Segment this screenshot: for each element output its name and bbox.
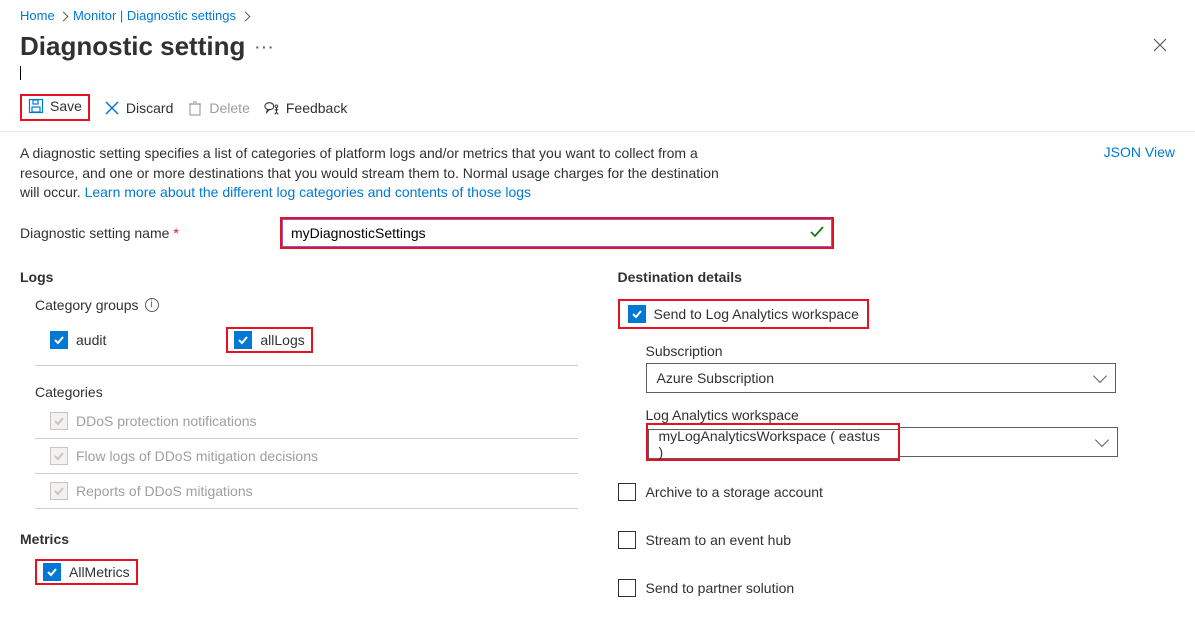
categories-label: Categories bbox=[35, 384, 578, 400]
more-menu-button[interactable]: ··· bbox=[255, 39, 275, 55]
metrics-heading: Metrics bbox=[20, 531, 578, 547]
destination-heading: Destination details bbox=[618, 269, 1176, 285]
info-icon[interactable]: i bbox=[145, 298, 159, 312]
workspace-select[interactable]: myLogAnalyticsWorkspace ( eastus ) bbox=[648, 429, 898, 459]
breadcrumb-home[interactable]: Home bbox=[20, 8, 55, 23]
toolbar: Save Discard Delete Feedback bbox=[0, 80, 1195, 132]
reports-label: Reports of DDoS mitigations bbox=[76, 483, 253, 499]
audit-checkbox[interactable] bbox=[50, 331, 68, 349]
eventhub-checkbox[interactable] bbox=[618, 531, 636, 549]
flow-logs-label: Flow logs of DDoS mitigation decisions bbox=[76, 448, 318, 464]
ddos-notifications-label: DDoS protection notifications bbox=[76, 413, 257, 429]
law-checkbox[interactable] bbox=[628, 305, 646, 323]
chevron-right-icon bbox=[240, 12, 250, 22]
feedback-label: Feedback bbox=[286, 100, 347, 116]
delete-icon bbox=[187, 100, 203, 116]
discard-button[interactable]: Discard bbox=[104, 100, 173, 116]
chevron-down-icon bbox=[1094, 433, 1108, 447]
subscription-value: Azure Subscription bbox=[657, 370, 775, 386]
save-button[interactable]: Save bbox=[28, 98, 82, 114]
delete-label: Delete bbox=[209, 100, 249, 116]
save-icon bbox=[28, 98, 44, 114]
reports-checkbox bbox=[50, 482, 68, 500]
workspace-label: Log Analytics workspace bbox=[646, 407, 1176, 423]
chevron-right-icon bbox=[59, 12, 69, 22]
storage-checkbox[interactable] bbox=[618, 483, 636, 501]
alllogs-label: allLogs bbox=[260, 332, 304, 348]
storage-label: Archive to a storage account bbox=[646, 484, 823, 500]
text-cursor bbox=[20, 66, 1195, 80]
workspace-value: myLogAnalyticsWorkspace ( eastus ) bbox=[659, 428, 888, 460]
ddos-notifications-checkbox bbox=[50, 412, 68, 430]
description-text: A diagnostic setting specifies a list of… bbox=[20, 144, 720, 203]
logs-heading: Logs bbox=[20, 269, 578, 285]
alllogs-checkbox[interactable] bbox=[234, 331, 252, 349]
setting-name-input[interactable] bbox=[282, 219, 832, 247]
page-title: Diagnostic setting bbox=[20, 31, 245, 62]
delete-button: Delete bbox=[187, 100, 249, 116]
subscription-label: Subscription bbox=[646, 343, 1176, 359]
eventhub-label: Stream to an event hub bbox=[646, 532, 792, 548]
discard-icon bbox=[104, 100, 120, 116]
feedback-button[interactable]: Feedback bbox=[264, 100, 347, 116]
chevron-down-icon bbox=[1092, 369, 1106, 383]
valid-check-icon bbox=[810, 225, 824, 241]
learn-more-link[interactable]: Learn more about the different log categ… bbox=[85, 184, 531, 200]
category-groups-label: Category groups i bbox=[35, 297, 578, 313]
discard-label: Discard bbox=[126, 100, 173, 116]
partner-checkbox[interactable] bbox=[618, 579, 636, 597]
allmetrics-checkbox[interactable] bbox=[43, 563, 61, 581]
breadcrumb: Home Monitor | Diagnostic settings bbox=[0, 0, 1195, 27]
close-button[interactable] bbox=[1145, 32, 1175, 61]
flow-logs-checkbox bbox=[50, 447, 68, 465]
json-view-link[interactable]: JSON View bbox=[1104, 144, 1175, 160]
law-label: Send to Log Analytics workspace bbox=[654, 306, 859, 322]
setting-name-label: Diagnostic setting name * bbox=[20, 225, 260, 241]
workspace-select-ext[interactable] bbox=[900, 427, 1118, 457]
audit-label: audit bbox=[76, 332, 106, 348]
breadcrumb-monitor[interactable]: Monitor | Diagnostic settings bbox=[73, 8, 236, 23]
feedback-icon bbox=[264, 100, 280, 116]
allmetrics-label: AllMetrics bbox=[69, 564, 130, 580]
partner-label: Send to partner solution bbox=[646, 580, 795, 596]
save-label: Save bbox=[50, 98, 82, 114]
subscription-select[interactable]: Azure Subscription bbox=[646, 363, 1116, 393]
page-header: Diagnostic setting ··· bbox=[0, 27, 1195, 62]
